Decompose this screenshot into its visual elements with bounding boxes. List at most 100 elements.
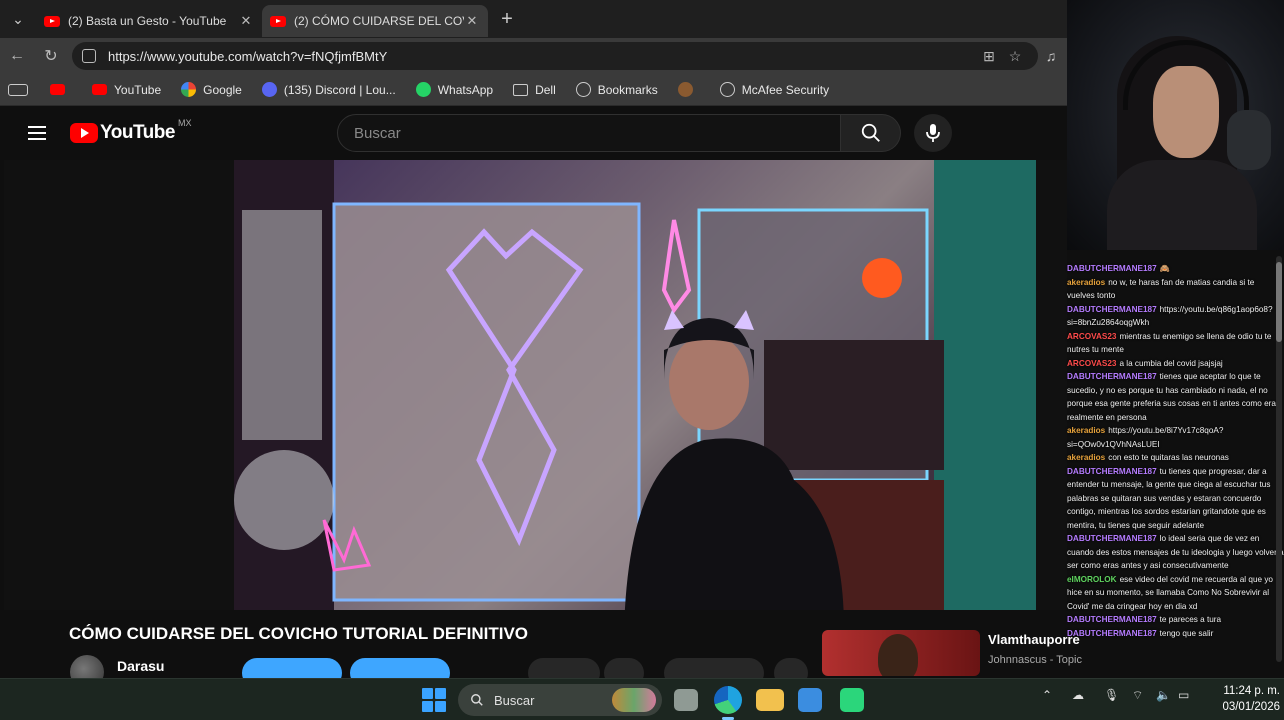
bookmark-label: McAfee Security (741, 82, 830, 97)
taskbar-search-label: Buscar (494, 692, 535, 708)
install-app-icon[interactable]: ⊞ (976, 48, 1002, 65)
reload-icon: ↻ (44, 48, 58, 65)
avatar-icon (677, 82, 693, 97)
bookmark-label: YouTube (114, 82, 162, 97)
recommendation-thumbnail[interactable] (822, 630, 980, 676)
new-tab-button[interactable]: + (492, 4, 522, 34)
stream-chat: DABUTCHERMANE187 🙈 akeradios no w, te haras… (1067, 250, 1284, 678)
bookmark-google[interactable]: Google (181, 82, 242, 97)
whatsapp-icon (415, 82, 431, 97)
task-view-icon[interactable] (674, 689, 698, 711)
sidebar-toggle-icon[interactable] (8, 83, 28, 96)
wifi-icon[interactable]: ⌔ (1132, 688, 1143, 703)
page-margin-right (1036, 160, 1067, 610)
folder-icon (513, 83, 529, 96)
chat-text: tengo que salir (1159, 628, 1214, 638)
tab-basta-un-gesto[interactable]: (2) Basta un Gesto - YouTube ✕ (36, 5, 262, 37)
bookmark-bookmarks[interactable]: Bookmarks (575, 82, 658, 97)
chat-username[interactable]: DABUTCHERMANE187 (1067, 629, 1157, 638)
chevron-down-icon: ⌄ (12, 10, 24, 27)
chat-message: akeradios no w, te haras fan de matias ca… (1067, 276, 1284, 303)
microphone-icon[interactable]: 🎙 (1104, 688, 1119, 702)
microphone-icon (1227, 110, 1271, 170)
taskbar-search[interactable]: Buscar (458, 684, 662, 716)
browser-tabbar: ⌄ (2) Basta un Gesto - YouTube ✕ (2) CÓM… (0, 0, 1067, 38)
tab-close-icon[interactable]: ✕ (464, 13, 480, 29)
bookmark-label: WhatsApp (437, 82, 494, 97)
music-icon[interactable]: ♫ (1038, 48, 1064, 64)
chat-username[interactable]: akeradios (1067, 278, 1105, 287)
chat-scrollbar[interactable] (1276, 256, 1282, 662)
chat-username[interactable]: DABUTCHERMANE187 (1067, 534, 1157, 543)
chat-text: a la cumbia del covid jsajsjaj (1119, 358, 1223, 368)
file-explorer-icon[interactable] (756, 689, 784, 711)
menu-icon[interactable] (4, 126, 70, 140)
video-player[interactable] (234, 160, 1036, 610)
star-icon[interactable]: ☆ (1002, 48, 1028, 65)
edge-icon[interactable] (714, 686, 742, 714)
url-text[interactable]: https://www.youtube.com/watch?v=fNQfjmfB… (108, 49, 976, 64)
tab-como-cuidarse[interactable]: (2) CÓMO CUIDARSE DEL COVICHO ✕ (262, 5, 488, 37)
chat-text: 🙈 (1159, 264, 1170, 273)
battery-icon[interactable]: ▭ (1178, 688, 1189, 702)
bookmark-label: (135) Discord | Lou... (283, 82, 396, 97)
youtube-play-icon (70, 123, 98, 143)
volume-icon[interactable]: 🔈 (1156, 688, 1171, 702)
chat-app-icon[interactable] (840, 688, 864, 712)
reload-button[interactable]: ↻ (34, 39, 68, 73)
system-clock[interactable]: 11:24 p. m. 03/01/2026 (1200, 683, 1280, 715)
chat-text: te pareces a tura (1159, 615, 1222, 624)
chat-username[interactable]: ARCOVAS23 (1067, 332, 1116, 341)
tab-title: (2) CÓMO CUIDARSE DEL COVICHO (294, 14, 464, 28)
webcam-overlay (1067, 0, 1284, 250)
omnibox[interactable]: https://www.youtube.com/watch?v=fNQfjmfB… (72, 42, 1038, 70)
channel-name[interactable]: Darasu (117, 658, 164, 674)
microphone-icon (926, 124, 940, 142)
search-highlight-icon (612, 688, 656, 712)
chat-message: DABUTCHERMANE187 tienes que aceptar lo qu… (1067, 370, 1284, 424)
search-button[interactable] (841, 114, 901, 152)
chat-username[interactable]: DABUTCHERMANE187 (1067, 467, 1157, 476)
cloud-icon[interactable]: ☁ (1072, 688, 1084, 702)
chat-message-list: DABUTCHERMANE187 🙈 akeradios no w, te haras… (1067, 262, 1284, 640)
bookmark-mcafee[interactable]: McAfee Security (719, 82, 830, 97)
chat-username[interactable]: akeradios (1067, 453, 1105, 462)
youtube-logo[interactable]: YouTube MX (70, 118, 191, 144)
chevron-up-icon[interactable]: ⌃ (1042, 688, 1052, 702)
search-icon (861, 123, 880, 142)
video-frame-illustration (234, 160, 1036, 610)
bookmark-youtube[interactable]: YouTube (92, 83, 161, 97)
bookmark-whatsapp[interactable]: WhatsApp (415, 82, 494, 97)
voice-search-button[interactable] (914, 114, 952, 152)
search-input[interactable] (337, 114, 841, 152)
bookmark-avatar[interactable] (677, 82, 700, 97)
video-title: CÓMO CUIDARSE DEL COVICHO TUTORIAL DEFIN… (69, 624, 529, 643)
store-icon[interactable] (798, 688, 822, 712)
chat-username[interactable]: ARCOVAS23 (1067, 359, 1116, 368)
video-info: CÓMO CUIDARSE DEL COVICHO TUTORIAL DEFIN… (4, 610, 1082, 689)
chat-message: DABUTCHERMANE187 lo ideal seria que de ve… (1067, 532, 1284, 573)
chat-username[interactable]: DABUTCHERMANE187 (1067, 264, 1157, 273)
chat-username[interactable]: eIMOROLOK (1067, 575, 1117, 584)
search-box (337, 114, 901, 152)
chat-message: DABUTCHERMANE187 🙈 (1067, 262, 1284, 276)
recommendation-title[interactable]: Vlamthauporre (988, 632, 1080, 647)
site-info-icon[interactable] (82, 49, 96, 63)
discord-icon (261, 82, 277, 97)
bookmark-discord[interactable]: (135) Discord | Lou... (261, 82, 396, 97)
bookmark-youtube-1[interactable] (50, 84, 72, 95)
chat-username[interactable]: akeradios (1067, 426, 1105, 435)
globe-icon (719, 82, 735, 97)
windows-start-icon[interactable] (422, 688, 446, 712)
chat-username[interactable]: DABUTCHERMANE187 (1067, 305, 1157, 314)
chat-scrollbar-thumb[interactable] (1276, 262, 1282, 342)
back-button[interactable]: ← (0, 39, 34, 73)
bookmark-label: Google (203, 82, 242, 97)
tab-close-icon[interactable]: ✕ (238, 13, 254, 29)
chat-message: akeradios https://youtu.be/8i7Yv17c8qoA?s… (1067, 424, 1284, 451)
chat-username[interactable]: DABUTCHERMANE187 (1067, 372, 1157, 381)
bookmark-dell[interactable]: Dell (513, 83, 556, 97)
youtube-favicon-icon (270, 15, 286, 27)
chat-username[interactable]: DABUTCHERMANE187 (1067, 615, 1157, 624)
tab-search-button[interactable]: ⌄ (0, 0, 36, 38)
